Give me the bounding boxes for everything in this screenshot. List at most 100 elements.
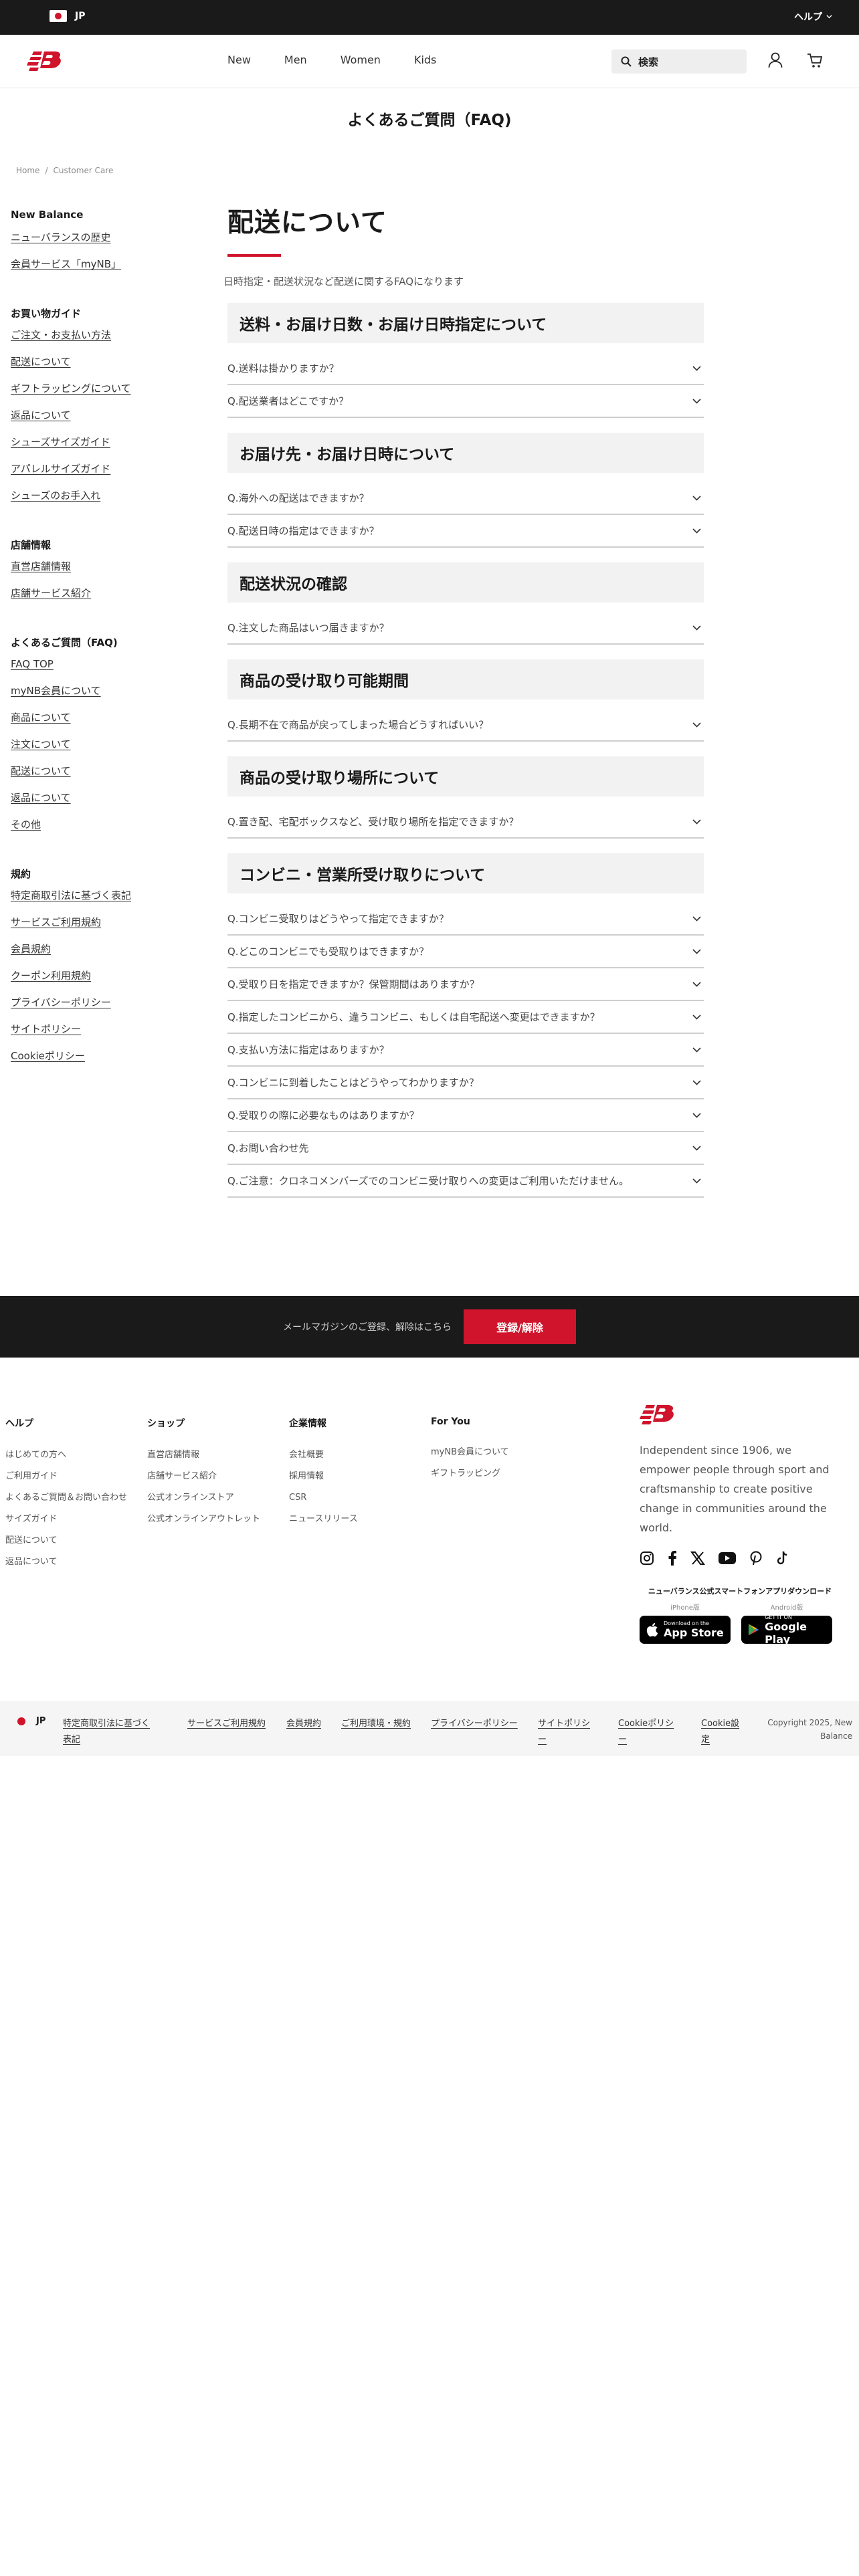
faq-question[interactable]: Q.配送業者はどこですか？ [227, 385, 704, 418]
legal-link-commercial-law[interactable]: 特定商取引法に基づく表記 [63, 1716, 157, 1748]
tiktok-icon[interactable] [776, 1551, 789, 1566]
help-menu[interactable]: ヘルプ [794, 10, 832, 23]
sidebar-link-faq-returns[interactable]: 返品について [11, 790, 171, 817]
google-play-badge[interactable]: GET IT ON Google Play [741, 1614, 832, 1646]
footer-heading: ヘルプ [5, 1418, 33, 1429]
sidebar-link-returns[interactable]: 返品について [11, 408, 171, 435]
sidebar-link-site-policy[interactable]: サイトポリシー [11, 1022, 171, 1049]
legal-link-privacy-policy[interactable]: プライバシーポリシー [431, 1716, 520, 1732]
sidebar-link-commercial-law[interactable]: 特定商取引法に基づく表記 [11, 888, 171, 915]
faq-question[interactable]: Q.配送日時の指定はできますか？ [227, 515, 704, 548]
faq-question[interactable]: Q.ご注意：クロネコメンバーズでのコンビニ受け取りへの変更はご利用いただけません… [227, 1165, 704, 1198]
nav-women[interactable]: Women [341, 53, 381, 66]
sidebar-link-shoe-size-guide[interactable]: シューズサイズガイド [11, 435, 171, 461]
sidebar-link-member-terms[interactable]: 会員規約 [11, 942, 171, 968]
footer-logo[interactable] [640, 1403, 840, 1428]
faq-question[interactable]: Q.注文した商品はいつ届きますか？ [227, 612, 704, 645]
instagram-icon[interactable] [640, 1551, 654, 1566]
footer-link[interactable]: ご利用ガイド [5, 1466, 132, 1487]
footer-link[interactable]: サイズガイド [5, 1509, 132, 1530]
legal-link-member-terms[interactable]: 会員規約 [286, 1716, 321, 1732]
chevron-down-icon [692, 1047, 701, 1053]
youtube-icon[interactable] [719, 1552, 736, 1564]
breadcrumb-home[interactable]: Home [16, 166, 39, 175]
footer-link[interactable]: よくあるご質問＆お問い合わせ [5, 1487, 132, 1509]
chevron-down-icon [692, 1014, 701, 1020]
sidebar-link-coupon-terms[interactable]: クーポン利用規約 [11, 968, 171, 995]
footer-link[interactable]: はじめての方へ [5, 1444, 132, 1466]
x-twitter-icon[interactable] [690, 1551, 705, 1566]
sidebar-link-apparel-size-guide[interactable]: アパレルサイズガイド [11, 461, 171, 488]
legal-link-service-terms[interactable]: サービスご利用規約 [187, 1716, 266, 1732]
search-input[interactable]: 検索 [611, 49, 747, 74]
sidebar-link-faq-mynb[interactable]: myNB会員について [11, 683, 171, 710]
newsletter-subscribe-button[interactable]: 登録/解除 [464, 1309, 576, 1344]
nav-kids[interactable]: Kids [414, 53, 436, 66]
faq-question[interactable]: Q.どこのコンビニでも受取りはできますか？ [227, 936, 704, 968]
faq-question[interactable]: Q.お問い合わせ先 [227, 1132, 704, 1165]
sidebar-link-privacy-policy[interactable]: プライバシーポリシー [11, 995, 171, 1022]
chevron-down-icon [692, 398, 701, 404]
sidebar-link-faq-orders[interactable]: 注文について [11, 737, 171, 764]
facebook-icon[interactable] [668, 1551, 677, 1566]
faq-question-text: Q.配送業者はどこですか？ [227, 395, 349, 407]
footer-link[interactable]: 公式オンラインアウトレット [147, 1509, 274, 1530]
sidebar-link-mynb-service[interactable]: 会員サービス「myNB」 [11, 257, 171, 284]
legal-link-environment-terms[interactable]: ご利用環境・規約 [341, 1716, 415, 1732]
faq-question[interactable]: Q.支払い方法に指定はありますか？ [227, 1034, 704, 1067]
legal-region[interactable]: JP [17, 1716, 45, 1726]
sidebar-link-faq-other[interactable]: その他 [11, 817, 171, 844]
region-selector[interactable]: JP [50, 10, 85, 22]
new-balance-logo[interactable] [27, 49, 64, 75]
app-iphone-label: iPhone版 [670, 1604, 700, 1612]
japan-flag-icon [50, 10, 67, 22]
faq-question[interactable]: Q.長期不在で商品が戻ってしまった場合どうすればいい？ [227, 709, 704, 742]
sidebar-link-faq-products[interactable]: 商品について [11, 710, 171, 737]
sidebar-link-service-terms[interactable]: サービスご利用規約 [11, 915, 171, 942]
faq-question[interactable]: Q.受取りの際に必要なものはありますか？ [227, 1099, 704, 1132]
footer-link[interactable]: CSR [289, 1487, 416, 1509]
faq-question[interactable]: Q.コンビニ受取りはどうやって指定できますか？ [227, 903, 704, 936]
nav-men[interactable]: Men [284, 53, 307, 66]
footer-link[interactable]: 採用情報 [289, 1466, 416, 1487]
sidebar-link-stores[interactable]: 直営店舗情報 [11, 559, 171, 586]
sidebar-link-history[interactable]: ニューバランスの歴史 [11, 230, 171, 257]
sidebar-link-shipping[interactable]: 配送について [11, 354, 171, 381]
sidebar-link-store-services[interactable]: 店舗サービス紹介 [11, 586, 171, 613]
pinterest-icon[interactable] [749, 1551, 763, 1566]
app-store-badge[interactable]: Download on the App Store [640, 1616, 731, 1644]
sidebar-link-faq-top[interactable]: FAQ TOP [11, 657, 171, 683]
footer-link[interactable]: ニュースリリース [289, 1509, 416, 1530]
sidebar-link-gift-wrapping[interactable]: ギフトラッピングについて [11, 381, 171, 408]
sidebar-link-order-payment[interactable]: ご注文・お支払い方法 [11, 328, 171, 354]
account-icon[interactable] [768, 52, 783, 68]
footer-link[interactable]: 店舗サービス紹介 [147, 1466, 274, 1487]
faq-question[interactable]: Q.受取り日を指定できますか？保管期間はありますか？ [227, 968, 704, 1001]
legal-link-cookie-settings[interactable]: Cookie設定 [701, 1716, 744, 1748]
sidebar-link-shoe-care[interactable]: シューズのお手入れ [11, 488, 171, 515]
footer-link[interactable]: ギフトラッピング [431, 1463, 558, 1485]
breadcrumb-current[interactable]: Customer Care [53, 166, 113, 175]
chevron-down-icon [692, 722, 701, 728]
faq-question[interactable]: Q.海外への配送はできますか？ [227, 482, 704, 515]
faq-question[interactable]: Q.指定したコンビニから、違うコンビニ、もしくは自宅配送へ変更はできますか？ [227, 1001, 704, 1034]
app-store-col: iPhone版 Download on the App Store [640, 1602, 731, 1644]
footer-link[interactable]: 返品について [5, 1551, 132, 1573]
footer-link[interactable]: 直営店舗情報 [147, 1444, 274, 1466]
legal-link-site-policy[interactable]: サイトポリシー [538, 1716, 598, 1748]
sidebar-link-cookie-policy[interactable]: Cookieポリシー [11, 1049, 171, 1075]
footer-link[interactable]: 会社概要 [289, 1444, 416, 1466]
faq-question[interactable]: Q.置き配、宅配ボックスなど、受け取り場所を指定できますか？ [227, 806, 704, 839]
footer-link[interactable]: myNB会員について [431, 1442, 558, 1463]
faq-question[interactable]: Q.送料は掛かりますか？ [227, 352, 704, 385]
sidebar-link-faq-shipping[interactable]: 配送について [11, 764, 171, 790]
footer-link[interactable]: 配送について [5, 1530, 132, 1551]
faq-question[interactable]: Q.コンビニに到着したことはどうやってわかりますか？ [227, 1067, 704, 1099]
chevron-down-icon [692, 495, 701, 501]
newsletter-text: メールマガジンのご登録、解除はこちら [283, 1322, 452, 1333]
footer-link[interactable]: 公式オンラインストア [147, 1487, 274, 1509]
legal-link-cookie-policy[interactable]: Cookieポリシー [618, 1716, 678, 1748]
nav-new[interactable]: New [227, 53, 251, 66]
footer-col-company: 企業情報 会社概要 採用情報 CSR ニュースリリース [289, 1416, 431, 1573]
cart-icon[interactable] [807, 52, 823, 68]
